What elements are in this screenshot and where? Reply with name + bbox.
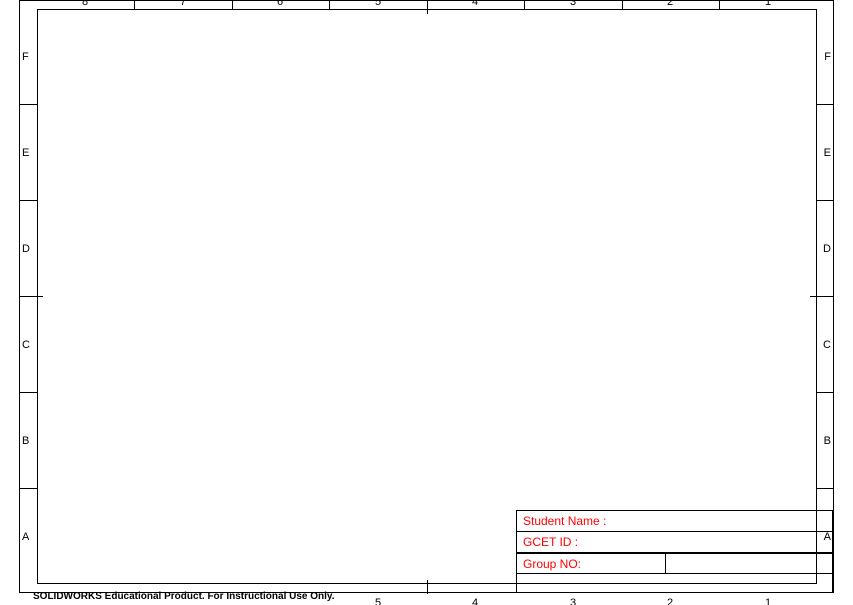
gcet-id-label: GCET ID : [523,535,578,549]
center-tick [427,580,428,594]
center-tick [20,296,43,297]
tick [20,104,37,105]
group-no-label: Group NO: [523,557,581,571]
tick [134,0,135,9]
footer-note: SOLIDWORKS Educational Product. For Inst… [33,591,335,602]
tick [20,392,37,393]
tick [816,488,833,489]
zone-col-top: 5 [375,0,381,8]
title-block: Student Name : GCET ID : Group NO: [516,510,833,593]
title-block-spare-row [516,574,833,593]
zone-col-top: 1 [765,0,771,8]
zone-row-right: F [824,51,831,63]
zone-col-top: 2 [667,0,673,8]
zone-row-left: D [22,243,30,255]
zone-col-top: 6 [277,0,283,8]
group-no-label-cell: Group NO: [516,553,666,574]
tick [719,0,720,9]
gcet-id-field: GCET ID : [516,532,833,553]
tick [816,200,833,201]
zone-col-bottom: 2 [667,597,673,605]
zone-row-left: E [22,147,29,159]
zone-row-right: E [824,147,831,159]
group-no-row: Group NO: [516,553,833,574]
zone-row-right: B [824,435,831,447]
zone-row-right: D [823,243,831,255]
tick [816,392,833,393]
zone-col-bottom: 4 [472,597,478,605]
zone-col-bottom: 5 [375,597,381,605]
zone-row-left: B [22,435,29,447]
zone-row-right: C [823,339,831,351]
zone-col-bottom: 3 [570,597,576,605]
zone-row-left: F [22,51,29,63]
center-tick [810,296,833,297]
zone-col-top: 3 [570,0,576,8]
zone-row-left: A [22,531,29,543]
tick [816,104,833,105]
inner-frame [37,9,817,584]
zone-col-top: 4 [472,0,478,8]
tick [232,0,233,9]
zone-col-top: 7 [180,0,186,8]
tick [524,0,525,9]
zone-col-bottom: 1 [765,597,771,605]
tick [622,0,623,9]
tick [20,488,37,489]
student-name-label: Student Name : [523,514,606,528]
zone-row-left: C [22,339,30,351]
tick [329,0,330,9]
zone-col-top: 8 [82,0,88,8]
group-no-value-cell [666,553,833,574]
center-tick [427,0,428,14]
tick [20,200,37,201]
student-name-field: Student Name : [516,510,833,532]
